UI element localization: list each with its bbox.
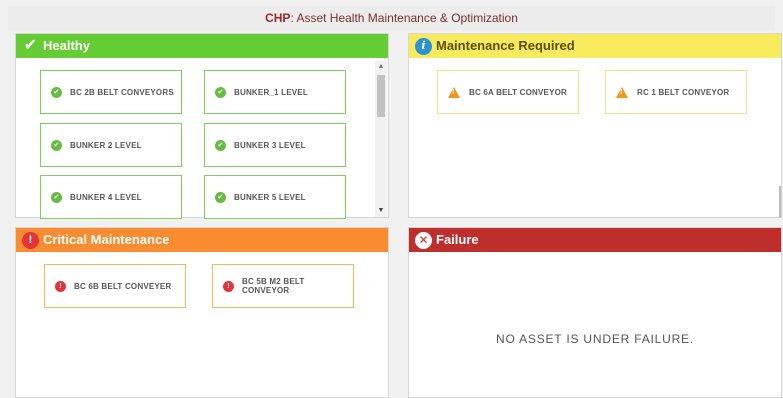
exclamation-circle-icon: ! — [22, 231, 39, 249]
critical-panel: ! Critical Maintenance ! BC 6B BELT CONV… — [15, 227, 389, 398]
page-title-bar: CHP: Asset Health Maintenance & Optimiza… — [8, 6, 775, 30]
asset-name: BUNKER_1 LEVEL — [234, 87, 308, 97]
asset-card[interactable]: ✔ BUNKER 2 LEVEL — [40, 123, 182, 167]
maintenance-panel-header: i Maintenance Required — [409, 34, 781, 58]
failure-panel-title: Failure — [436, 232, 479, 247]
x-circle-icon: ✕ — [415, 231, 432, 249]
maintenance-panel-title: Maintenance Required — [436, 38, 575, 53]
asset-name: BC 2B BELT CONVEYORS — [70, 87, 174, 97]
asset-name: RC 1 BELT CONVEYOR — [637, 87, 730, 97]
healthy-panel: ✔ Healthy ✔ BC 2B BELT CONVEYORS ✔ BUNKE… — [15, 33, 389, 219]
scroll-thumb[interactable] — [377, 75, 385, 117]
info-circle-icon: i — [415, 37, 432, 55]
exclamation-circle-icon: ! — [55, 280, 66, 292]
check-circle-icon: ✔ — [215, 86, 226, 98]
healthy-scrollbar[interactable]: ▲ ▼ — [375, 61, 387, 217]
asset-card[interactable]: ! BC 5B M2 BELT CONVEYOR — [212, 264, 354, 308]
page-title-text: : Asset Health Maintenance & Optimizatio… — [290, 11, 518, 25]
asset-card[interactable]: ✔ BUNKER 4 LEVEL — [40, 175, 182, 219]
page-title-brand: CHP — [265, 11, 291, 25]
check-circle-icon: ✔ — [51, 139, 62, 151]
asset-name: BUNKER 5 LEVEL — [234, 192, 306, 202]
asset-name: BC 6B BELT CONVEYER — [74, 281, 172, 291]
asset-card[interactable]: ✔ BC 2B BELT CONVEYORS — [40, 70, 182, 114]
asset-card[interactable]: ! BC 6B BELT CONVEYER — [44, 264, 186, 308]
check-circle-icon: ✔ — [215, 139, 226, 151]
asset-card[interactable]: ! RC 1 BELT CONVEYOR — [605, 70, 747, 114]
asset-name: BUNKER 2 LEVEL — [70, 140, 142, 150]
warning-triangle-icon: ! — [448, 86, 460, 98]
warning-triangle-icon: ! — [616, 86, 628, 98]
asset-name: BUNKER 3 LEVEL — [234, 140, 306, 150]
asset-card[interactable]: ✔ BUNKER 5 LEVEL — [204, 175, 346, 219]
critical-panel-header: ! Critical Maintenance — [16, 228, 388, 252]
critical-panel-title: Critical Maintenance — [43, 232, 170, 247]
asset-card[interactable]: ✔ BUNKER_1 LEVEL — [204, 70, 346, 114]
scroll-down-arrow-icon[interactable]: ▼ — [375, 205, 387, 217]
asset-card[interactable]: ! BC 6A BELT CONVEYOR — [437, 70, 579, 114]
asset-name: BC 6A BELT CONVEYOR — [469, 87, 568, 97]
asset-name: BUNKER 4 LEVEL — [70, 192, 142, 202]
panel-edge-divider — [779, 186, 781, 218]
check-circle-icon: ✔ — [215, 191, 226, 203]
maintenance-panel: i Maintenance Required ! BC 6A BELT CONV… — [408, 33, 782, 218]
exclamation-circle-icon: ! — [223, 280, 234, 292]
check-icon: ✔ — [23, 37, 38, 54]
failure-panel: ✕ Failure NO ASSET IS UNDER FAILURE. — [408, 227, 782, 398]
scroll-up-arrow-icon[interactable]: ▲ — [375, 61, 387, 73]
failure-panel-header: ✕ Failure — [409, 228, 781, 252]
asset-name: BC 5B M2 BELT CONVEYOR — [242, 277, 305, 295]
healthy-panel-title: Healthy — [43, 38, 90, 53]
check-circle-icon: ✔ — [51, 191, 62, 203]
healthy-panel-header: ✔ Healthy — [16, 34, 388, 58]
asset-card[interactable]: ✔ BUNKER 3 LEVEL — [204, 123, 346, 167]
check-circle-icon: ✔ — [51, 86, 62, 98]
failure-empty-message: NO ASSET IS UNDER FAILURE. — [496, 332, 694, 346]
